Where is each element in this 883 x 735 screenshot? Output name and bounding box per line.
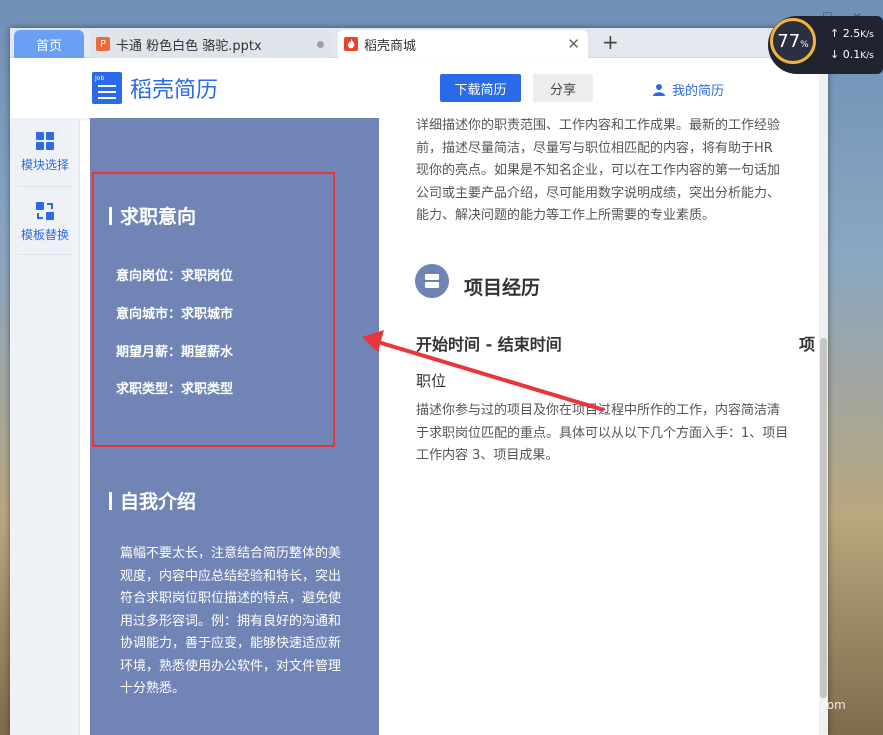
annotation-arrow <box>362 330 605 412</box>
watermark-site: jingyan.baidu.com <box>735 698 846 712</box>
cpu-gauge: 77% <box>770 18 816 64</box>
download-rate: ↓ 0.1K/s <box>830 48 874 61</box>
upload-rate: ↑ 2.5K/s <box>830 27 874 40</box>
